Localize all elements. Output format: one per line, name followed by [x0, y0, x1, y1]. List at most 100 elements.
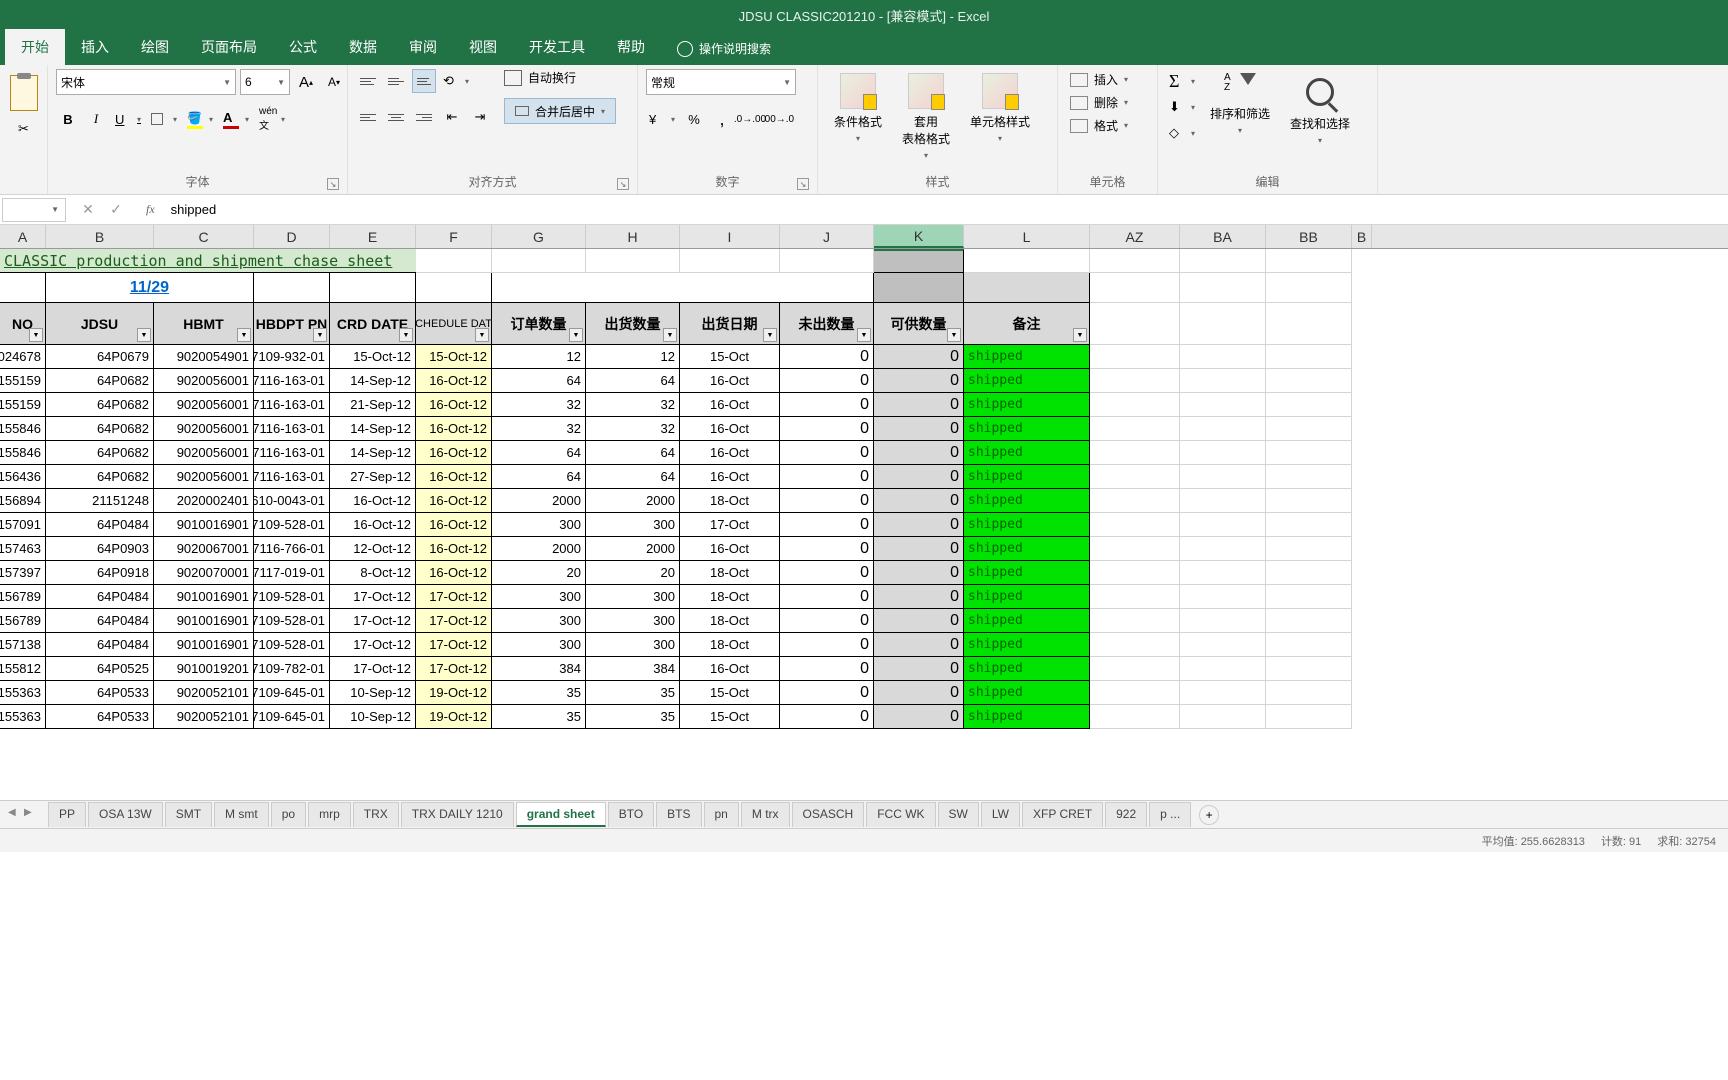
data-cell[interactable]: 155846 [0, 441, 46, 465]
data-cell[interactable]: 16-Oct-12 [416, 465, 492, 489]
data-cell[interactable]: 21-Sep-12 [330, 393, 416, 417]
data-cell[interactable]: 18-Oct [680, 561, 780, 585]
number-launcher[interactable]: ↘ [797, 178, 809, 190]
data-cell[interactable]: 64P0679 [46, 345, 154, 369]
data-cell[interactable]: 300 [586, 513, 680, 537]
data-cell[interactable]: 9010016901 [154, 633, 254, 657]
format-cells-button[interactable]: 格式▾ [1066, 115, 1132, 136]
data-cell[interactable]: 0 [874, 513, 964, 537]
data-cell[interactable]: 9020067001 [154, 537, 254, 561]
data-cell[interactable]: 64P0484 [46, 633, 154, 657]
filter-button[interactable]: ▼ [763, 328, 777, 342]
data-cell[interactable]: 610-0043-01 [254, 489, 330, 513]
font-name-select[interactable]: 宋体▼ [56, 69, 236, 95]
data-cell[interactable]: 9020070001 [154, 561, 254, 585]
tab-data[interactable]: 数据 [333, 29, 393, 65]
data-cell[interactable]: 7117-019-01 [254, 561, 330, 585]
data-cell[interactable]: 7109-528-01 [254, 633, 330, 657]
data-cell[interactable]: 156789 [0, 585, 46, 609]
data-cell[interactable]: 20 [492, 561, 586, 585]
data-cell[interactable]: shipped [964, 513, 1090, 537]
data-cell[interactable]: 17-Oct-12 [330, 585, 416, 609]
data-cell[interactable]: 64 [586, 369, 680, 393]
data-cell[interactable]: 17-Oct-12 [416, 585, 492, 609]
data-cell[interactable]: 155846 [0, 417, 46, 441]
data-cell[interactable]: 7109-645-01 [254, 681, 330, 705]
data-cell[interactable]: 64P0682 [46, 417, 154, 441]
data-cell[interactable]: 21151248 [46, 489, 154, 513]
data-cell[interactable]: 7109-528-01 [254, 609, 330, 633]
sheet-tab[interactable]: p ... [1149, 802, 1191, 827]
data-cell[interactable]: shipped [964, 465, 1090, 489]
increase-font-icon[interactable]: A▴ [294, 70, 318, 94]
sheet-tab[interactable]: grand sheet [516, 802, 606, 827]
data-cell[interactable]: 0 [780, 561, 874, 585]
tell-me[interactable]: 操作说明搜索 [661, 32, 787, 65]
insert-cells-button[interactable]: 插入▾ [1066, 69, 1132, 90]
col-header-J[interactable]: J [780, 225, 874, 248]
data-cell[interactable]: 17-Oct-12 [416, 657, 492, 681]
font-launcher[interactable]: ↘ [327, 178, 339, 190]
data-cell[interactable]: 64P0682 [46, 441, 154, 465]
col-header-C[interactable]: C [154, 225, 254, 248]
data-cell[interactable]: 20 [586, 561, 680, 585]
italic-button[interactable]: I [84, 107, 108, 131]
sheet-tab[interactable]: 922 [1105, 802, 1147, 827]
data-cell[interactable]: 9010016901 [154, 585, 254, 609]
data-cell[interactable]: 8-Oct-12 [330, 561, 416, 585]
data-cell[interactable]: 0 [874, 681, 964, 705]
data-cell[interactable]: 156789 [0, 609, 46, 633]
data-cell[interactable]: shipped [964, 489, 1090, 513]
data-cell[interactable]: 2020002401 [154, 489, 254, 513]
sheet-tab[interactable]: po [271, 802, 306, 827]
format-painter-icon[interactable]: ✂ [12, 117, 36, 141]
data-cell[interactable]: 0 [780, 513, 874, 537]
data-cell[interactable]: 16-Oct-12 [416, 513, 492, 537]
col-header-B_[interactable]: B [1352, 225, 1372, 248]
cancel-formula-button[interactable]: ✕ [78, 201, 98, 218]
fill-color-button[interactable]: 🪣▾ [184, 107, 216, 131]
header-k[interactable]: 可供数量▼ [874, 303, 964, 345]
sheet-tab[interactable]: mrp [308, 802, 351, 827]
tab-developer[interactable]: 开发工具 [513, 29, 601, 65]
data-cell[interactable]: 157138 [0, 633, 46, 657]
data-cell[interactable]: 17-Oct-12 [330, 657, 416, 681]
data-cell[interactable]: 300 [586, 609, 680, 633]
data-cell[interactable]: 64P0918 [46, 561, 154, 585]
tab-help[interactable]: 帮助 [601, 29, 661, 65]
header-e[interactable]: CRD DATE▼ [330, 303, 416, 345]
col-header-I[interactable]: I [680, 225, 780, 248]
data-cell[interactable]: shipped [964, 441, 1090, 465]
data-cell[interactable]: 384 [586, 657, 680, 681]
data-cell[interactable]: 9020054901 [154, 345, 254, 369]
data-cell[interactable]: 0 [780, 609, 874, 633]
sheet-tab[interactable]: XFP CRET [1022, 802, 1103, 827]
data-cell[interactable]: 0 [780, 585, 874, 609]
data-cell[interactable]: 64P0533 [46, 705, 154, 729]
data-cell[interactable]: 9020056001 [154, 393, 254, 417]
data-cell[interactable]: 19-Oct-12 [416, 681, 492, 705]
bold-button[interactable]: B [56, 107, 80, 131]
data-cell[interactable]: 64P0484 [46, 609, 154, 633]
data-cell[interactable]: 0 [780, 657, 874, 681]
data-cell[interactable]: 64 [492, 465, 586, 489]
data-cell[interactable]: 35 [586, 681, 680, 705]
tab-home[interactable]: 开始 [5, 29, 65, 65]
data-cell[interactable]: 64 [492, 441, 586, 465]
decrease-font-icon[interactable]: A▾ [322, 70, 346, 94]
data-cell[interactable]: 0 [780, 489, 874, 513]
data-cell[interactable]: 16-Oct [680, 369, 780, 393]
data-cell[interactable]: 64P0903 [46, 537, 154, 561]
data-cell[interactable]: 15-Oct [680, 681, 780, 705]
data-cell[interactable]: 0 [874, 441, 964, 465]
tab-nav-next[interactable]: ▶ [24, 807, 38, 823]
data-cell[interactable]: 32 [586, 393, 680, 417]
data-cell[interactable]: shipped [964, 393, 1090, 417]
data-cell[interactable]: 64P0682 [46, 465, 154, 489]
sheet-tab[interactable]: SMT [165, 802, 212, 827]
tab-page-layout[interactable]: 页面布局 [185, 29, 273, 65]
data-cell[interactable]: 7116-163-01 [254, 369, 330, 393]
data-cell[interactable]: shipped [964, 681, 1090, 705]
data-cell[interactable]: 300 [492, 633, 586, 657]
data-cell[interactable]: 155363 [0, 705, 46, 729]
